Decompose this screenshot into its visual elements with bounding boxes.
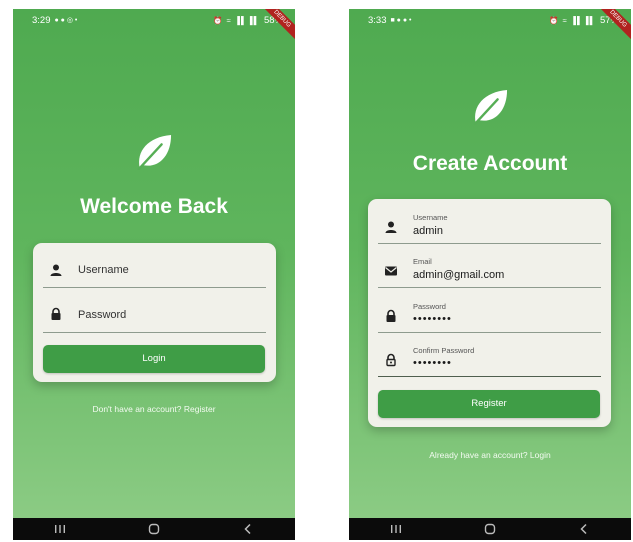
leaf-icon [137, 134, 172, 170]
notification-icons: ● ● ◎ • [54, 17, 78, 24]
signal-icons: ⏰ ≈ ▐▌▐▌ [213, 15, 260, 25]
home-icon[interactable] [145, 522, 163, 536]
status-bar: 3:33 ■ ● ● • ⏰ ≈ ▐▌▐▌ 57% [349, 9, 631, 31]
person-icon [385, 221, 397, 233]
email-label: Email [413, 257, 432, 266]
register-screen: 3:33 ■ ● ● • ⏰ ≈ ▐▌▐▌ 57% DEBUG Create A… [349, 9, 631, 540]
password-value: •••••••• [413, 313, 452, 325]
lock-icon [386, 309, 396, 322]
recent-apps-icon[interactable] [387, 522, 405, 536]
register-button[interactable]: Register [378, 390, 600, 418]
person-icon [50, 264, 62, 276]
lock-outline-icon [386, 353, 396, 367]
back-icon[interactable] [239, 522, 257, 536]
password-input[interactable]: Password •••••••• [378, 296, 601, 333]
system-nav-bar [349, 518, 631, 540]
username-placeholder: Username [78, 264, 129, 276]
recent-apps-icon[interactable] [51, 522, 69, 536]
password-label: Password [413, 302, 446, 311]
lock-icon [51, 307, 61, 320]
mail-icon [385, 266, 397, 276]
username-value: admin [413, 225, 443, 237]
register-link[interactable]: Don't have an account? Register [13, 404, 295, 414]
notification-icons: ■ ● ● • [390, 16, 412, 24]
username-input[interactable]: Username [43, 251, 266, 288]
username-label: Username [413, 213, 448, 222]
status-bar: 3:29 ● ● ◎ • ⏰ ≈ ▐▌▐▌ 58% [13, 9, 295, 31]
confirm-password-value: •••••••• [413, 357, 452, 369]
password-placeholder: Password [78, 309, 127, 321]
page-title: Welcome Back [80, 195, 228, 218]
confirm-password-label: Confirm Password [413, 346, 475, 355]
leaf-icon [473, 89, 508, 125]
login-link[interactable]: Already have an account? Login [349, 450, 631, 460]
login-card: Username Password Login [33, 243, 276, 382]
confirm-password-input[interactable]: Confirm Password •••••••• [378, 340, 601, 377]
system-nav-bar [13, 518, 295, 540]
register-card: Username admin Email admin@gmail.com Pas… [368, 199, 611, 427]
status-time: 3:29 [32, 14, 51, 26]
login-button[interactable]: Login [43, 345, 265, 373]
password-input[interactable]: Password [43, 296, 266, 333]
email-value: admin@gmail.com [413, 269, 505, 281]
home-icon[interactable] [481, 522, 499, 536]
page-title: Create Account [412, 152, 568, 175]
username-input[interactable]: Username admin [378, 207, 601, 244]
email-input[interactable]: Email admin@gmail.com [378, 251, 601, 288]
signal-icons: ⏰ ≈ ▐▌▐▌ [549, 15, 596, 25]
back-icon[interactable] [575, 522, 593, 536]
login-screen: 3:29 ● ● ◎ • ⏰ ≈ ▐▌▐▌ 58% DEBUG Welcome … [13, 9, 295, 540]
status-time: 3:33 [368, 14, 387, 26]
